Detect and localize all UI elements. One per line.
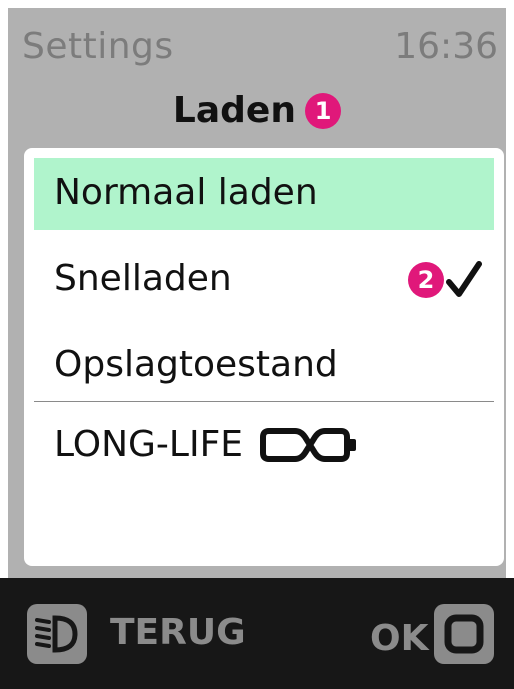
display-screen: Settings 16:36 Laden 1 Normaal laden Sne… <box>8 8 506 578</box>
long-life-icon <box>260 427 357 462</box>
menu-item-label-wrap: LONG-LIFE <box>54 424 365 465</box>
menu-item-normaal-laden[interactable]: Normaal laden <box>34 158 494 230</box>
ok-square-icon[interactable] <box>434 604 494 664</box>
device: Settings 16:36 Laden 1 Normaal laden Sne… <box>0 0 514 689</box>
page-heading: Laden 1 <box>8 90 506 131</box>
menu-item-label: Normaal laden <box>54 172 318 213</box>
page-title: Laden <box>172 90 296 131</box>
annotation-badge-2: 2 <box>408 262 444 298</box>
headlight-glyph <box>35 615 78 653</box>
menu-item-label: LONG-LIFE <box>54 424 244 465</box>
annotation-badge-1: 1 <box>305 92 342 129</box>
headlight-icon[interactable] <box>27 604 87 664</box>
checkmark-icon <box>446 261 482 297</box>
status-bar: Settings 16:36 <box>8 8 506 86</box>
clock-time: 16:36 <box>394 26 498 67</box>
back-label[interactable]: TERUG <box>110 612 246 653</box>
ok-square-glyph <box>444 614 484 654</box>
app-title: Settings <box>22 26 174 67</box>
ok-label[interactable]: OK <box>370 618 429 659</box>
menu-item-label: Snelladen <box>54 258 232 299</box>
menu-item-opslagtoestand[interactable]: Opslagtoestand <box>34 330 494 402</box>
selected-indicator: 2 <box>408 260 482 300</box>
button-bar: TERUG OK <box>0 578 514 689</box>
menu-divider <box>34 401 494 402</box>
menu-item-snelladen[interactable]: Snelladen 2 <box>34 244 494 316</box>
menu-item-label: Opslagtoestand <box>54 344 338 385</box>
menu-panel: Normaal laden Snelladen 2 Opslagtoestand… <box>24 148 504 566</box>
menu-item-long-life[interactable]: LONG-LIFE <box>34 410 494 482</box>
